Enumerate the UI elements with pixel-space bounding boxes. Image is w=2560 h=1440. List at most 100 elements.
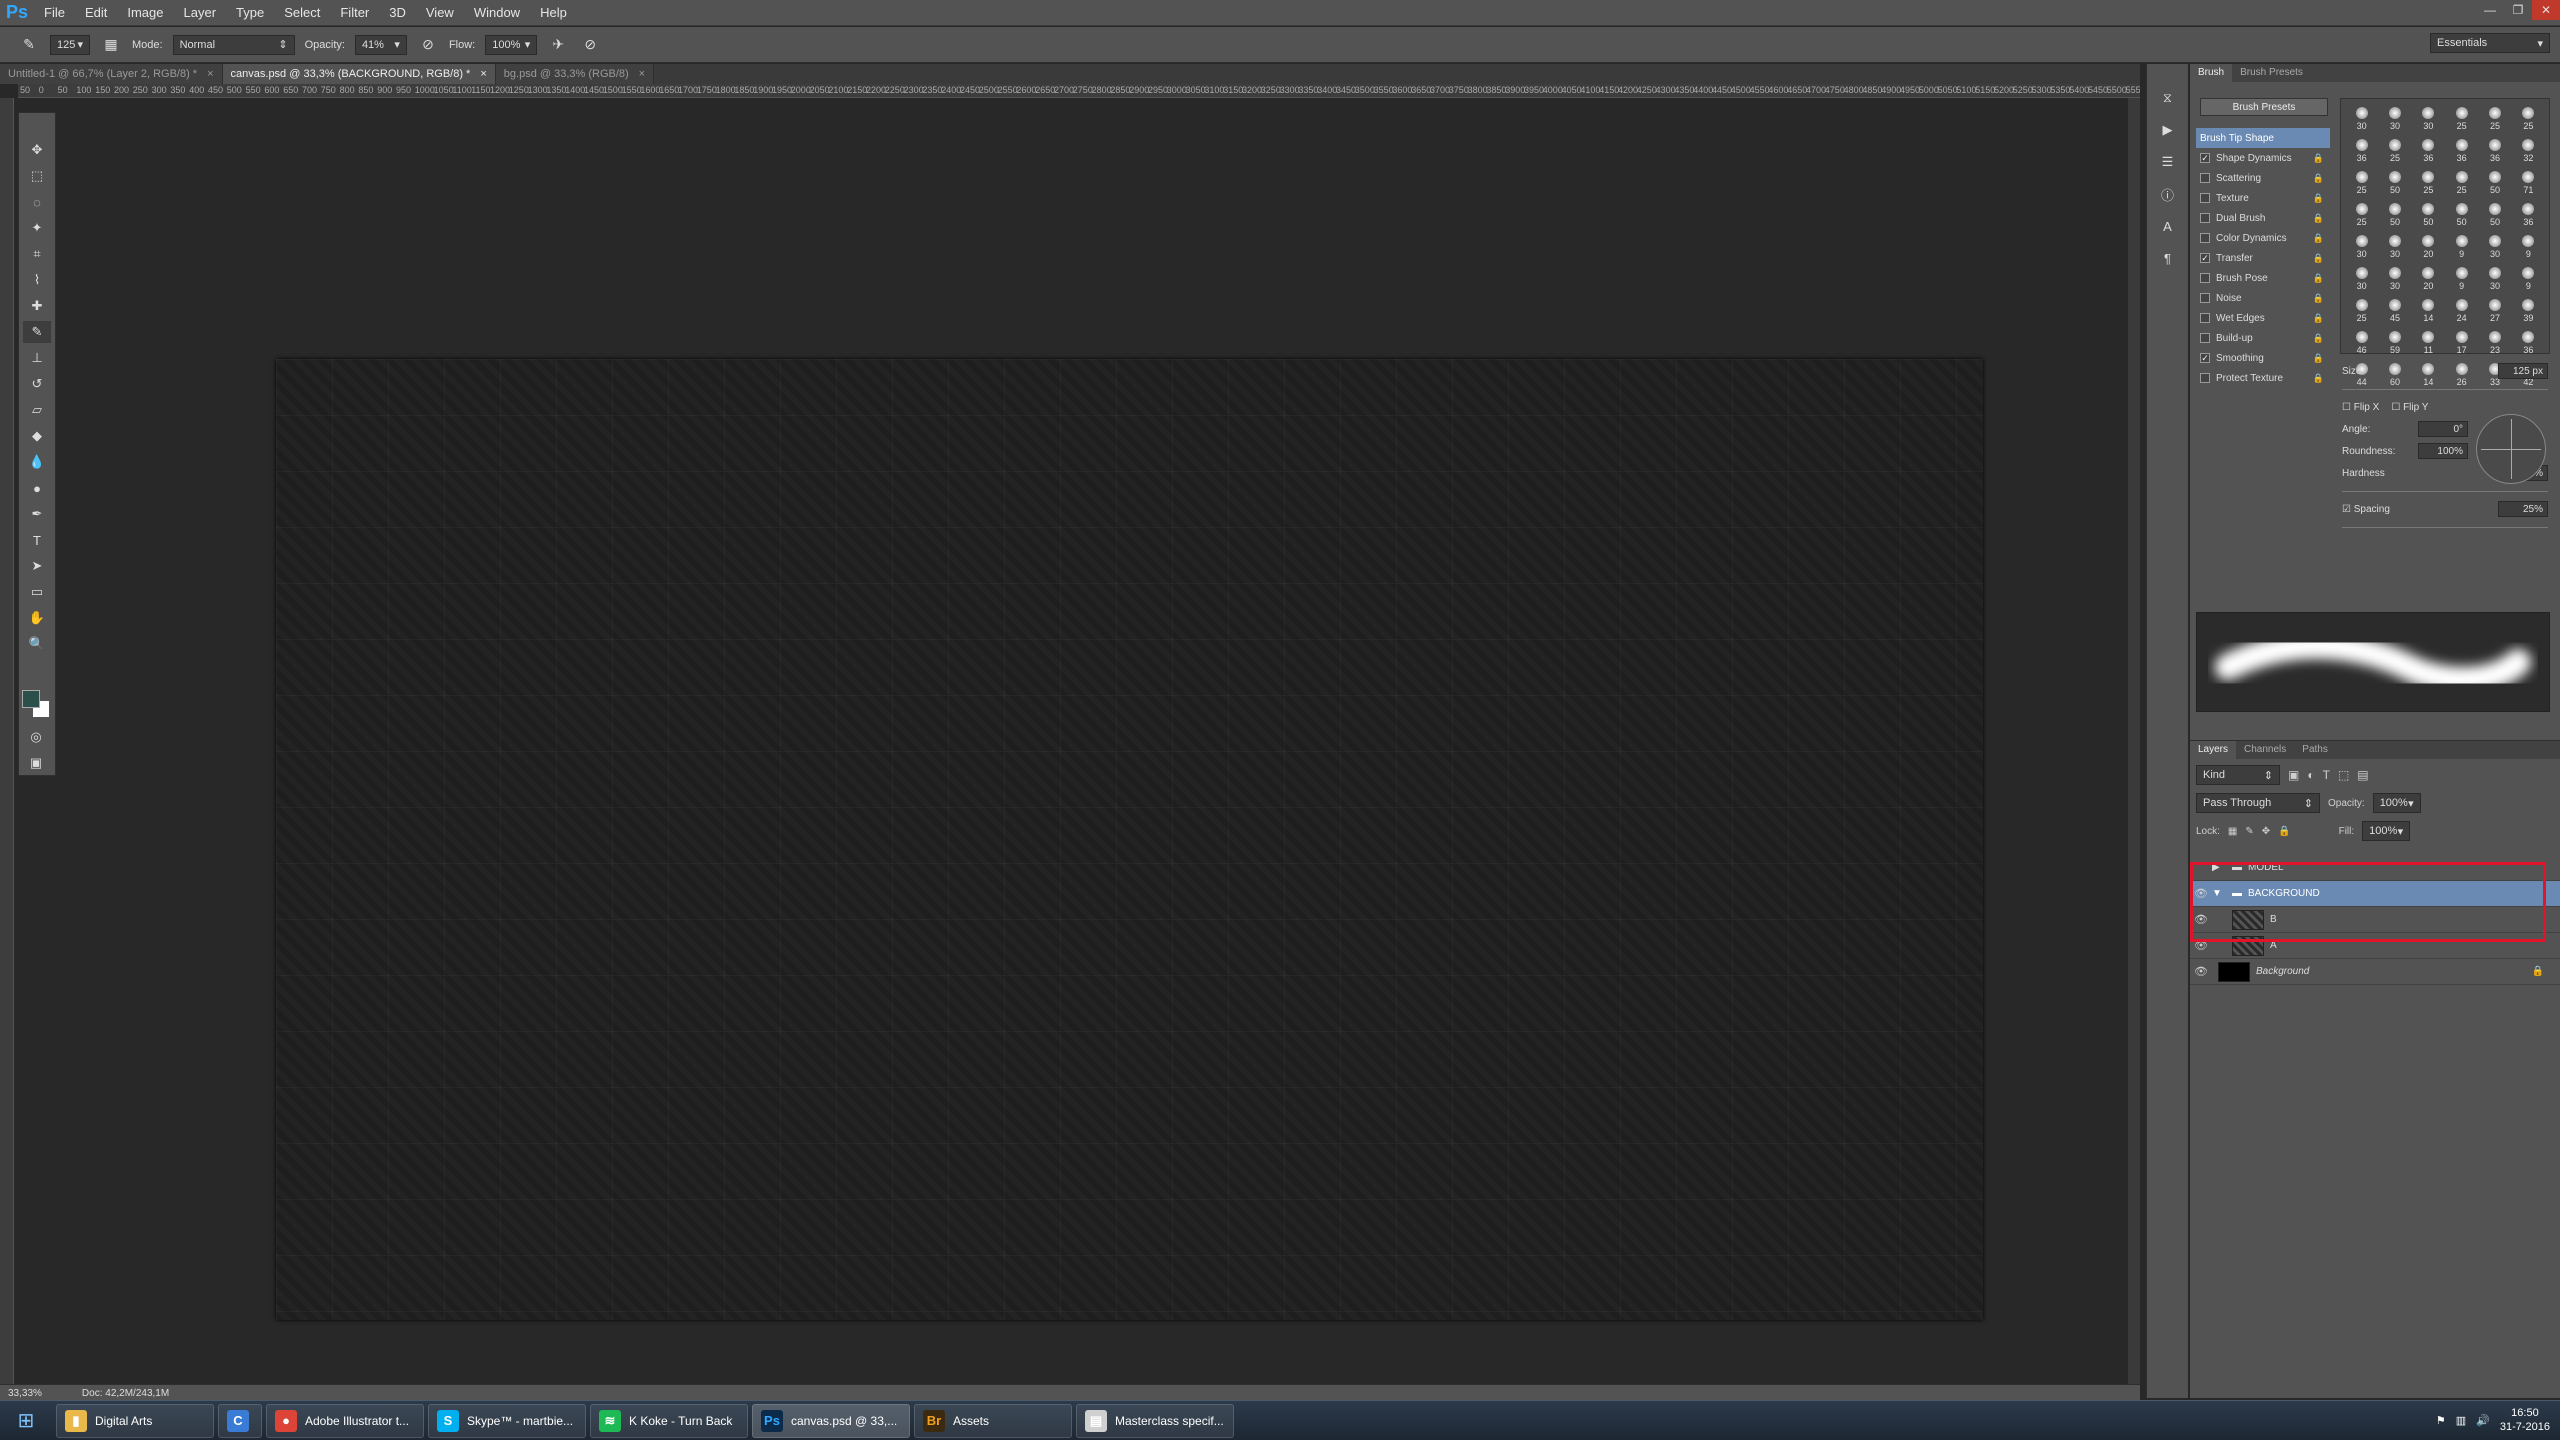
menu-select[interactable]: Select: [274, 0, 330, 26]
menu-filter[interactable]: Filter: [330, 0, 379, 26]
airbrush-icon[interactable]: ✈: [547, 34, 569, 56]
opacity-field[interactable]: 41% ▾: [354, 34, 407, 55]
taskbar-item[interactable]: Ps canvas.psd @ 33,...: [752, 1403, 910, 1438]
lock-icon[interactable]: 🔒: [2313, 313, 2324, 324]
actions-icon[interactable]: ▶: [2155, 118, 2181, 142]
brush-tip[interactable]: 30: [2378, 263, 2411, 295]
menu-window[interactable]: Window: [464, 0, 530, 26]
lasso-tool-icon[interactable]: ◌: [23, 191, 51, 213]
paragraph-icon[interactable]: ¶: [2155, 246, 2181, 270]
close-icon[interactable]: ✕: [2532, 0, 2560, 20]
brush-option-protect-texture[interactable]: Protect Texture 🔒: [2196, 368, 2330, 388]
lock-transparent-icon[interactable]: ▦: [2228, 826, 2237, 837]
spacing-field[interactable]: 25%: [2498, 501, 2548, 517]
brush-tip[interactable]: 39: [2512, 295, 2545, 327]
brush-tip[interactable]: 25: [2512, 103, 2545, 135]
windows-start-icon[interactable]: ⊞: [0, 1401, 52, 1440]
lock-icon[interactable]: 🔒: [2313, 273, 2324, 284]
brush-tip[interactable]: 30: [2478, 263, 2511, 295]
checkbox[interactable]: [2200, 333, 2210, 343]
document-canvas[interactable]: [276, 359, 1983, 1320]
layer-kind-filter[interactable]: Kind ⇕: [2196, 765, 2280, 785]
tab-channels[interactable]: Channels: [2236, 741, 2294, 759]
lock-all-icon[interactable]: 🔒: [2278, 826, 2290, 837]
brush-tip[interactable]: 36: [2345, 135, 2378, 167]
taskbar-item[interactable]: ● Adobe Illustrator t...: [266, 1403, 424, 1438]
checkbox[interactable]: ✓: [2200, 153, 2210, 163]
brush-tip[interactable]: 25: [2378, 135, 2411, 167]
brush-option-brush-pose[interactable]: Brush Pose 🔒: [2196, 268, 2330, 288]
brush-tip[interactable]: 36: [2512, 199, 2545, 231]
brush-tip[interactable]: 45: [2378, 295, 2411, 327]
history-icon[interactable]: ⧖: [2155, 86, 2181, 110]
magic-wand-tool-icon[interactable]: ✦: [23, 217, 51, 239]
history-brush-tool-icon[interactable]: ↺: [23, 373, 51, 395]
menu-file[interactable]: File: [34, 0, 75, 26]
vertical-scrollbar[interactable]: [2128, 98, 2140, 1388]
menu-edit[interactable]: Edit: [75, 0, 117, 26]
lock-icon[interactable]: 🔒: [2313, 193, 2324, 204]
brush-tip[interactable]: 50: [2478, 199, 2511, 231]
bucket-tool-icon[interactable]: ◆: [23, 425, 51, 447]
menu-image[interactable]: Image: [117, 0, 173, 26]
brush-option-brush-tip-shape[interactable]: Brush Tip Shape: [2196, 128, 2330, 148]
filter-type-icon[interactable]: T: [2323, 768, 2330, 782]
brush-option-wet-edges[interactable]: Wet Edges 🔒: [2196, 308, 2330, 328]
checkbox[interactable]: [2200, 213, 2210, 223]
brush-option-dual-brush[interactable]: Dual Brush 🔒: [2196, 208, 2330, 228]
tray-volume-icon[interactable]: 🔊: [2476, 1414, 2490, 1427]
close-icon[interactable]: ×: [639, 68, 645, 80]
character-icon[interactable]: A: [2155, 214, 2181, 238]
tray-flag-icon[interactable]: ⚑: [2436, 1414, 2446, 1427]
lock-icon[interactable]: 🔒: [2313, 373, 2324, 384]
taskbar-item[interactable]: C: [218, 1403, 262, 1438]
brush-tip[interactable]: 71: [2512, 167, 2545, 199]
dodge-tool-icon[interactable]: ●: [23, 477, 51, 499]
checkbox[interactable]: [2200, 233, 2210, 243]
zoom-tool-icon[interactable]: 🔍: [23, 633, 51, 655]
filter-adjust-icon[interactable]: ◐: [2307, 768, 2314, 782]
tab-paths[interactable]: Paths: [2294, 741, 2336, 759]
lock-icon[interactable]: 🔒: [2313, 253, 2324, 264]
checkbox[interactable]: [2200, 373, 2210, 383]
path-select-tool-icon[interactable]: ➤: [23, 555, 51, 577]
brush-option-noise[interactable]: Noise 🔒: [2196, 288, 2330, 308]
pressure-opacity-icon[interactable]: ⊘: [417, 34, 439, 56]
zoom-level[interactable]: 33,33%: [8, 1388, 42, 1399]
brush-option-color-dynamics[interactable]: Color Dynamics 🔒: [2196, 228, 2330, 248]
brush-option-texture[interactable]: Texture 🔒: [2196, 188, 2330, 208]
fill-field[interactable]: 100% ▾: [2362, 821, 2411, 841]
brush-tip[interactable]: 30: [2478, 231, 2511, 263]
menu-3d[interactable]: 3D: [379, 0, 416, 26]
roundness-field[interactable]: 100%: [2418, 443, 2468, 459]
menu-layer[interactable]: Layer: [174, 0, 227, 26]
taskbar-item[interactable]: ▤ Masterclass specif...: [1076, 1403, 1234, 1438]
brush-tip[interactable]: 20: [2412, 231, 2445, 263]
brush-tip[interactable]: 46: [2345, 327, 2378, 359]
clock[interactable]: 16:50 31-7-2016: [2500, 1406, 2550, 1434]
close-icon[interactable]: ×: [207, 68, 213, 80]
brush-tip[interactable]: 30: [2412, 103, 2445, 135]
brush-tip[interactable]: 32: [2512, 135, 2545, 167]
tab-untitled[interactable]: Untitled-1 @ 66,7% (Layer 2, RGB/8) * ×: [0, 64, 223, 84]
lock-icon[interactable]: 🔒: [2313, 153, 2324, 164]
brush-tip[interactable]: 27: [2478, 295, 2511, 327]
menu-help[interactable]: Help: [530, 0, 577, 26]
pressure-size-icon[interactable]: ⊘: [579, 34, 601, 56]
hardness-slider[interactable]: [2342, 490, 2548, 492]
brush-tip[interactable]: 25: [2478, 103, 2511, 135]
brush-tip[interactable]: 50: [2378, 167, 2411, 199]
brush-tip[interactable]: 24: [2445, 295, 2478, 327]
brush-tip[interactable]: 25: [2345, 199, 2378, 231]
brush-tip[interactable]: 14: [2412, 295, 2445, 327]
tab-bg[interactable]: bg.psd @ 33,3% (RGB/8) ×: [495, 64, 655, 84]
minimize-icon[interactable]: —: [2476, 0, 2504, 20]
lock-icon[interactable]: 🔒: [2313, 233, 2324, 244]
brush-option-shape-dynamics[interactable]: ✓ Shape Dynamics 🔒: [2196, 148, 2330, 168]
taskbar-item[interactable]: Br Assets: [914, 1403, 1072, 1438]
flow-field[interactable]: 100% ▾: [485, 34, 538, 55]
brush-presets-button[interactable]: Brush Presets: [2200, 98, 2328, 116]
spacing-slider[interactable]: [2342, 526, 2548, 528]
spacing-checkbox[interactable]: ☑ Spacing: [2342, 504, 2390, 515]
tab-layers[interactable]: Layers: [2190, 741, 2237, 759]
